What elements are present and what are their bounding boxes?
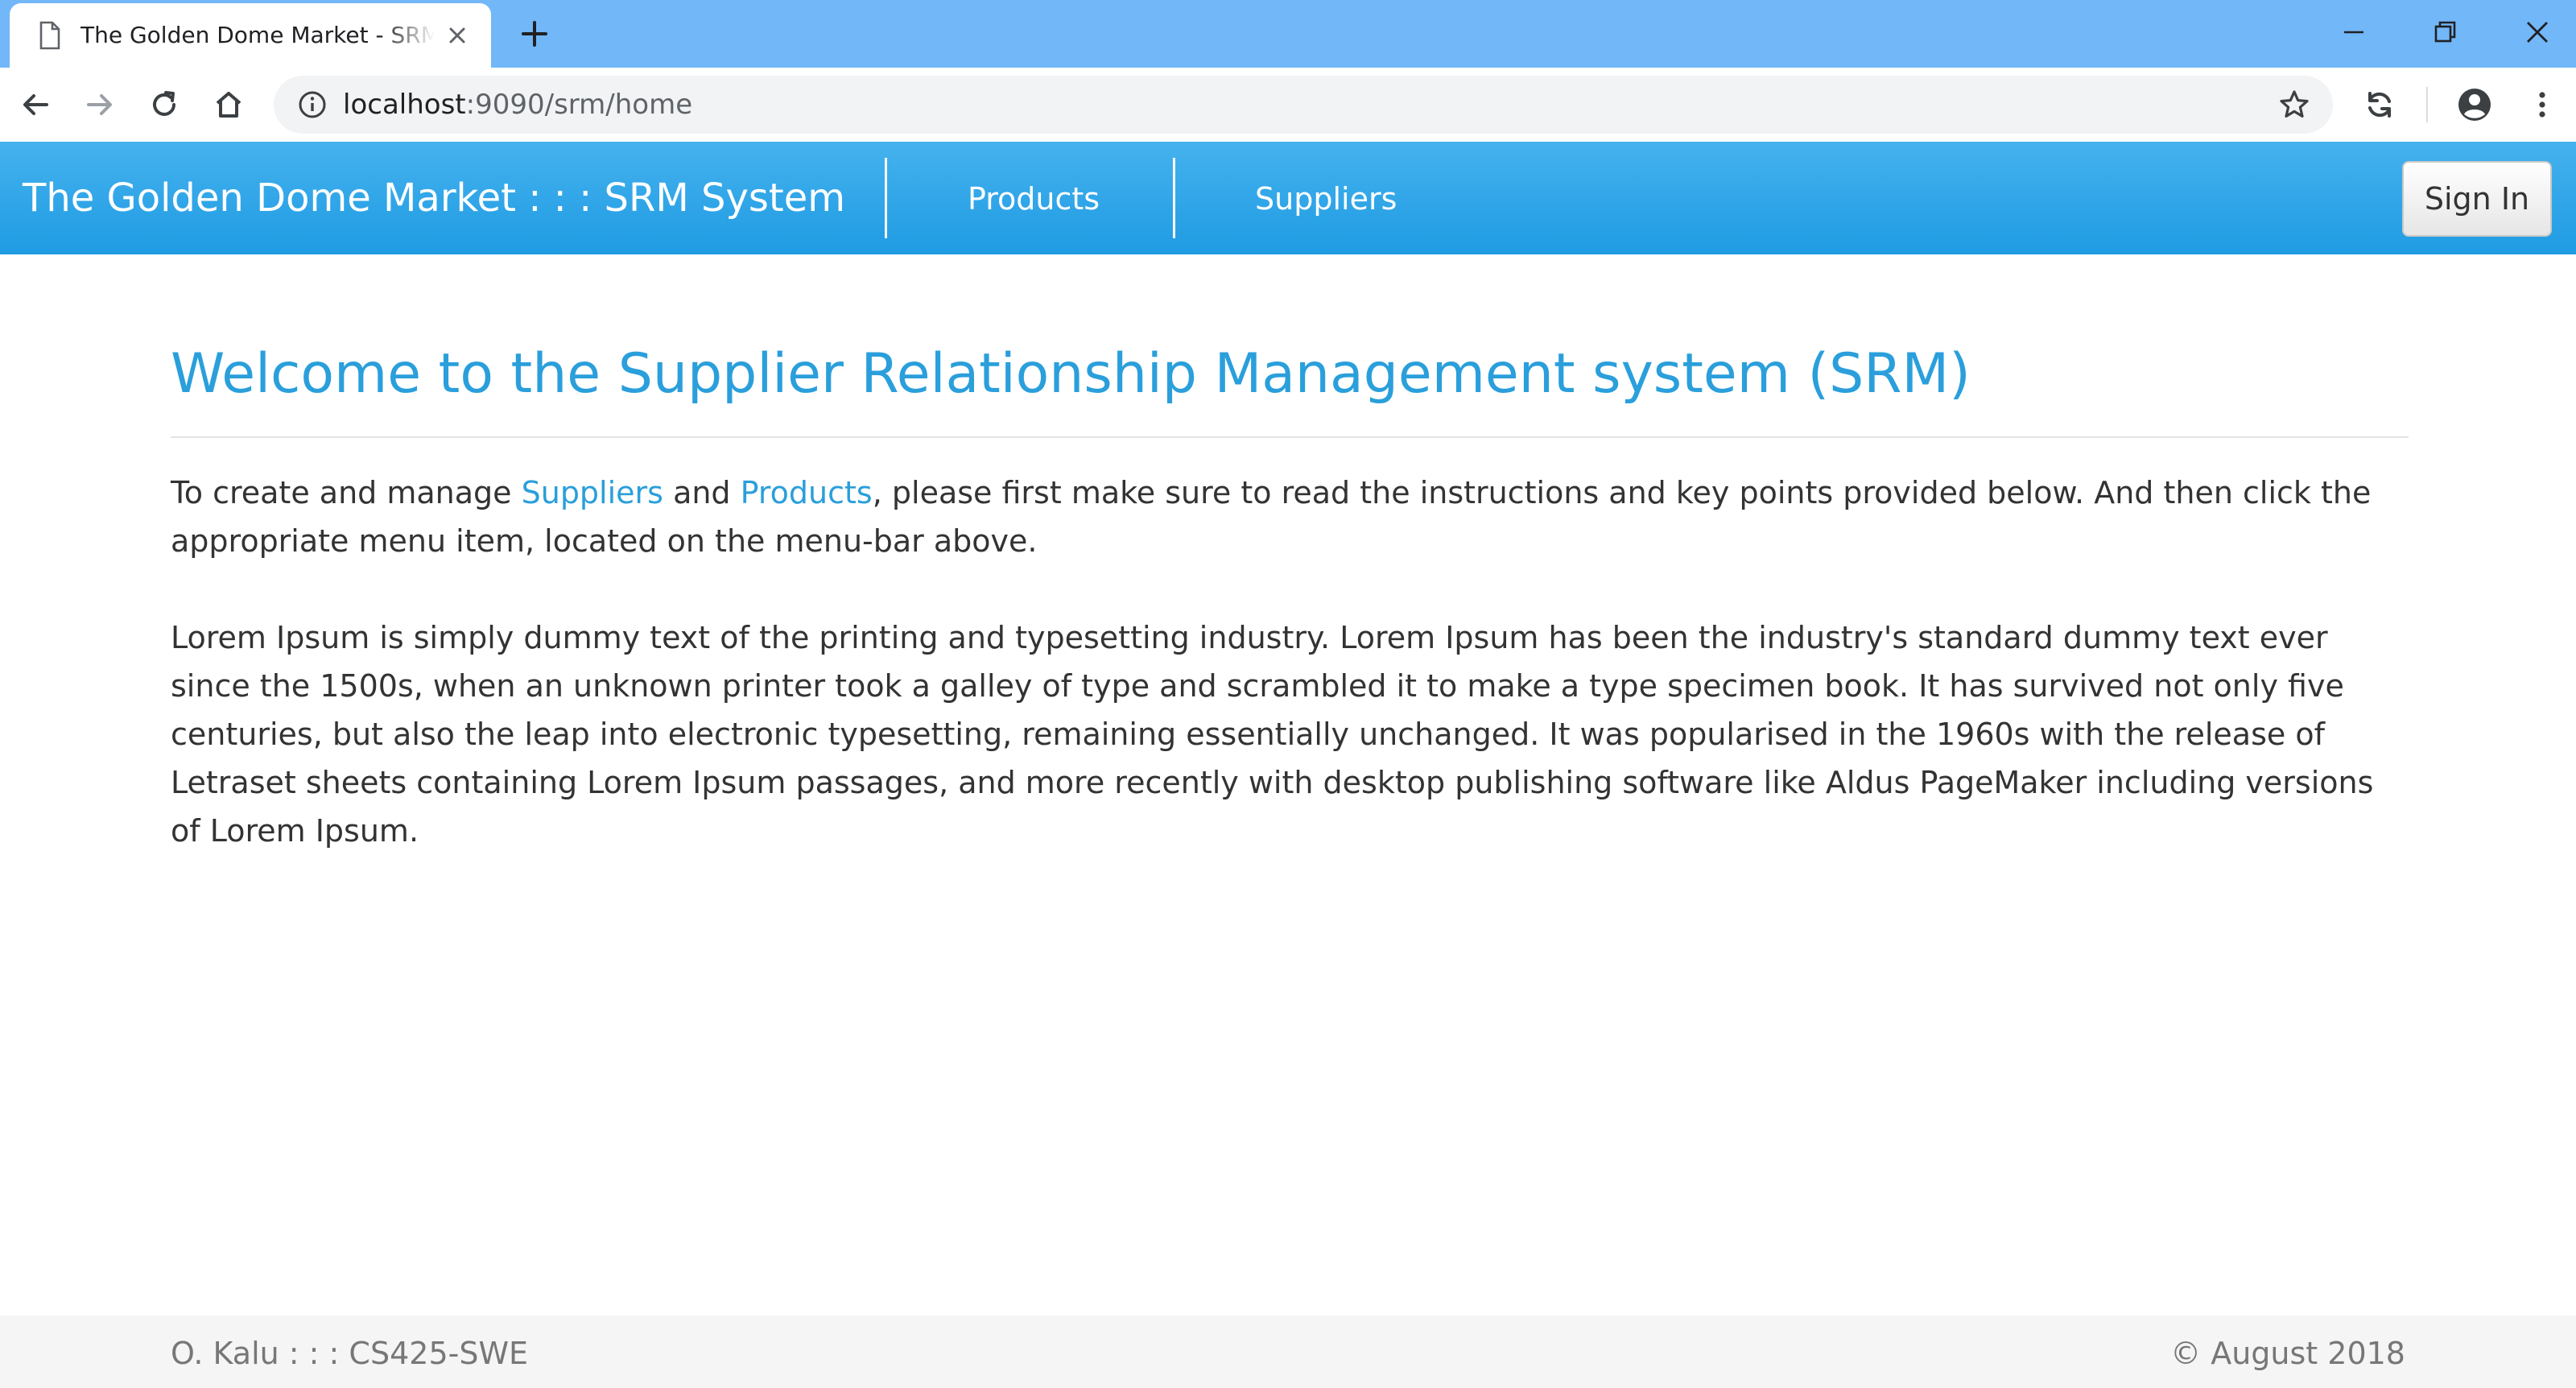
lorem-paragraph: Lorem Ipsum is simply dummy text of the … (171, 620, 2374, 849)
forward-arrow-icon[interactable] (80, 85, 119, 124)
plus-icon[interactable] (515, 14, 554, 53)
info-icon[interactable] (296, 89, 328, 121)
main-content: Welcome to the Supplier Relationship Man… (171, 330, 2409, 855)
intro-text: and (663, 475, 741, 510)
document-icon (39, 21, 60, 50)
back-arrow-icon[interactable] (16, 85, 55, 124)
suppliers-link[interactable]: Suppliers (522, 475, 663, 510)
products-link[interactable]: Products (741, 475, 873, 510)
footer-copyright: © August 2018 (2170, 1336, 2405, 1371)
nav-link-suppliers[interactable]: Suppliers (1255, 179, 1397, 219)
restore-icon[interactable] (2425, 11, 2467, 53)
close-window-icon[interactable] (2516, 11, 2558, 53)
reload-icon[interactable] (145, 85, 184, 124)
intro-paragraph: To create and manage Suppliers and Produ… (171, 469, 2409, 565)
account-icon[interactable] (2455, 85, 2494, 124)
toolbar-separator (2426, 87, 2428, 122)
browser-toolbar: localhost:9090/srm/home (0, 68, 2576, 142)
nav-link-products[interactable]: Products (968, 179, 1100, 219)
star-icon[interactable] (2277, 87, 2312, 122)
browser-tabstrip: The Golden Dome Market - SRM System (0, 0, 2576, 68)
title-divider (171, 436, 2409, 438)
page-footer: O. Kalu : : : CS425-SWE © August 2018 (0, 1316, 2576, 1388)
brand-title[interactable]: The Golden Dome Market : : : SRM System (23, 174, 845, 222)
page-title: Welcome to the Supplier Relationship Man… (171, 342, 1971, 406)
url-path: :9090/srm/home (465, 89, 693, 121)
sign-in-button[interactable]: Sign In (2402, 161, 2552, 237)
kebab-menu-icon[interactable] (2523, 85, 2562, 124)
url-host: localhost (343, 89, 466, 121)
nav-divider (1173, 158, 1175, 238)
app-navbar: The Golden Dome Market : : : SRM System … (0, 142, 2576, 254)
nav-divider (885, 158, 887, 238)
address-bar[interactable]: localhost:9090/srm/home (274, 76, 2333, 134)
sync-icon[interactable] (2360, 85, 2399, 124)
browser-tab[interactable]: The Golden Dome Market - SRM System (10, 3, 491, 68)
close-icon[interactable] (443, 21, 472, 50)
address-url[interactable]: localhost:9090/srm/home (343, 87, 692, 122)
home-icon[interactable] (209, 85, 248, 124)
tab-title: The Golden Dome Market - SRM System (80, 22, 435, 48)
footer-author: O. Kalu : : : CS425-SWE (171, 1336, 529, 1371)
minimize-icon[interactable] (2333, 11, 2375, 53)
intro-text: To create and manage (171, 475, 522, 510)
